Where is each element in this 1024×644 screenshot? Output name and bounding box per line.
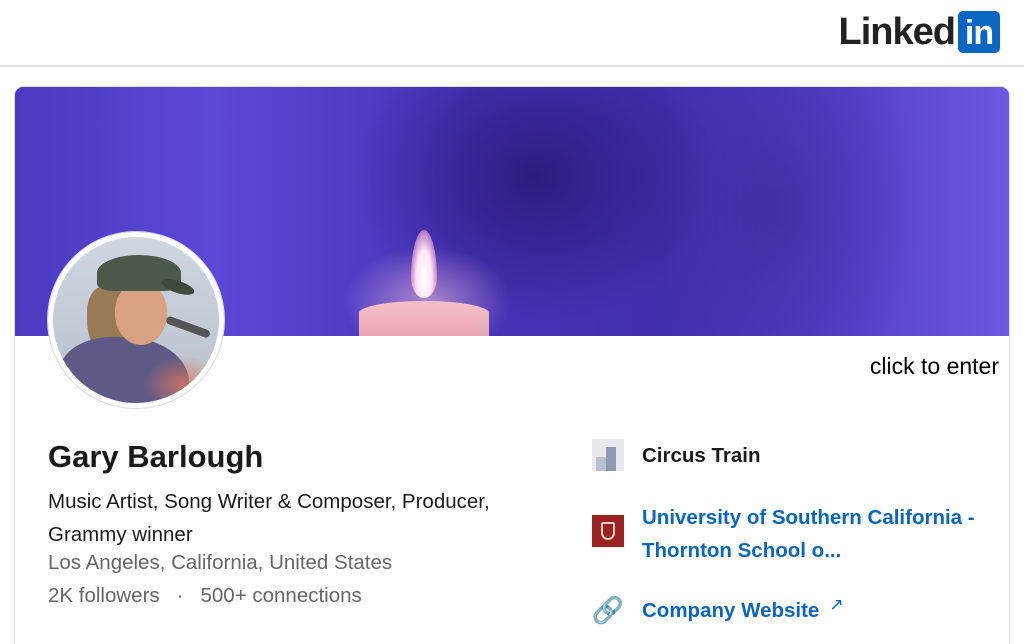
profile-headline: Music Artist, Song Writer & Composer, Pr… [48, 490, 490, 546]
avatar-motion-blur [143, 355, 219, 403]
profile-location: Los Angeles, California, United States [48, 551, 393, 574]
avatar-microphone [165, 315, 211, 339]
education-school[interactable]: University of Southern California - Thor… [592, 501, 992, 567]
candle [359, 301, 489, 336]
connections-count[interactable]: 500+ connections [201, 584, 362, 608]
profile-stats: 2K followers · 500+ connections [48, 584, 362, 608]
logo-wordmark: Linked [838, 11, 956, 53]
school-name: University of Southern California - Thor… [642, 506, 975, 562]
logo-in-box: in [958, 11, 1000, 53]
top-bar: Linked in [0, 0, 1024, 67]
avatar[interactable] [48, 232, 224, 408]
current-company[interactable]: Circus Train [592, 439, 761, 472]
external-link-icon: ↗ [829, 594, 844, 614]
link-icon: 🔗 [591, 595, 625, 625]
followers-count[interactable]: 2K followers [48, 584, 160, 608]
profile-name: Gary Barlough [48, 439, 264, 474]
profile-card: click to enter Gary Barlough Music Artis… [14, 86, 1010, 644]
school-logo-icon [592, 515, 624, 547]
click-to-enter-link[interactable]: click to enter [870, 353, 999, 380]
company-website-link[interactable]: 🔗 Company Website ↗ [592, 594, 844, 627]
candle-flame [411, 230, 437, 298]
linkedin-logo[interactable]: Linked in [839, 11, 1000, 53]
company-logo-icon [592, 439, 624, 471]
company-name: Circus Train [642, 444, 761, 467]
avatar-face [115, 283, 167, 345]
company-website-label: Company Website [642, 599, 820, 622]
stats-separator: · [176, 584, 184, 607]
